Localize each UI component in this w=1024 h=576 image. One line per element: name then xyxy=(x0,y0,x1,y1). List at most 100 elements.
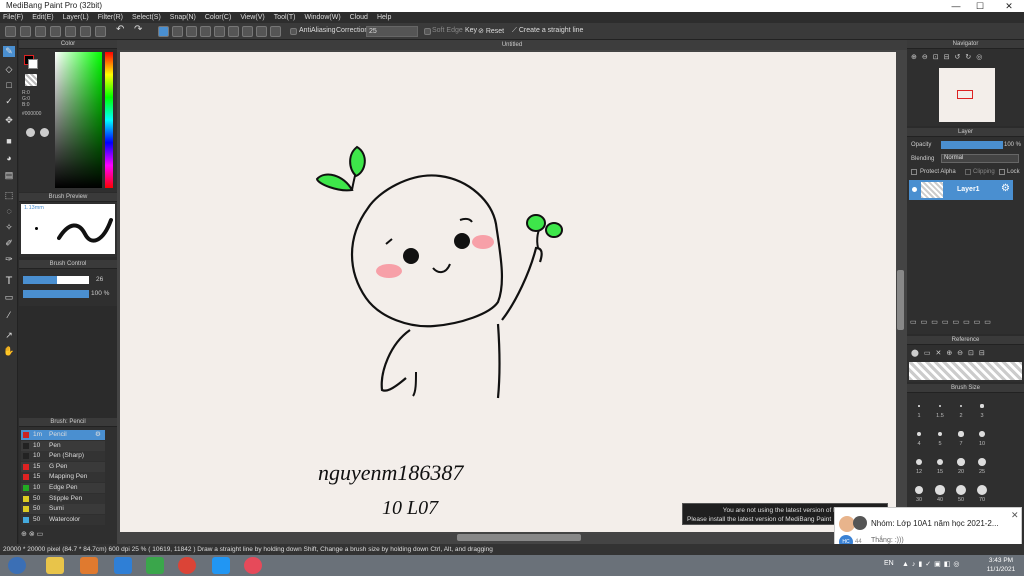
brush-size-preset[interactable] xyxy=(979,431,985,437)
dot-tool-icon[interactable]: □ xyxy=(3,80,15,91)
navigator-viewport[interactable] xyxy=(957,90,973,99)
divide-tool-icon[interactable]: ▭ xyxy=(3,292,15,303)
select-lasso-icon[interactable] xyxy=(172,26,183,37)
brush-list-item[interactable]: 50 Watercolor xyxy=(21,514,105,525)
fill-rect-tool-icon[interactable]: ■ xyxy=(3,136,15,147)
ie-icon[interactable] xyxy=(114,557,132,574)
canvas-tab[interactable]: Untitled xyxy=(117,40,907,50)
brush-size-preset[interactable] xyxy=(956,485,966,495)
layer-actions-icons[interactable]: ▭▭▭▭▭▭▭▭ xyxy=(910,318,1020,328)
layer-row[interactable]: Layer1 ⚙ xyxy=(909,180,1013,200)
reset-button[interactable]: ⊘ Reset xyxy=(478,27,504,35)
move-tool-icon[interactable]: ✥ xyxy=(3,115,15,126)
brush-tool-icon[interactable]: ✎ xyxy=(3,46,15,57)
horizontal-scrollbar[interactable] xyxy=(457,534,581,541)
straight-line-button[interactable]: ⟋ Create a straight line xyxy=(512,27,583,35)
transparent-swatch[interactable] xyxy=(25,74,37,86)
canvas[interactable]: nguyenm186387 10 L07 xyxy=(120,52,896,532)
app-icon[interactable] xyxy=(146,557,164,574)
open-icon[interactable] xyxy=(20,26,31,37)
navigator-preview[interactable] xyxy=(939,68,995,122)
antialiasing-checkbox[interactable] xyxy=(290,28,297,35)
vertical-scrollbar[interactable] xyxy=(897,270,904,330)
add-brush-icon[interactable]: ⊕ xyxy=(21,531,27,538)
hue-slider[interactable] xyxy=(105,52,113,188)
menu-item[interactable]: Color(C) xyxy=(205,14,231,21)
brush-size-preset[interactable] xyxy=(914,485,924,495)
menu-item[interactable]: Snap(N) xyxy=(170,14,196,21)
zalo-icon[interactable] xyxy=(212,557,230,574)
menu-item[interactable]: File(F) xyxy=(3,14,23,21)
hand-tool-icon[interactable]: ✋ xyxy=(3,346,15,357)
menu-item[interactable]: Select(S) xyxy=(132,14,161,21)
brush-opacity-slider[interactable] xyxy=(23,290,89,298)
menu-item[interactable]: Filter(R) xyxy=(98,14,123,21)
brush-list-item[interactable]: 10 Pen xyxy=(21,440,105,451)
color-mode-icon[interactable] xyxy=(26,128,35,137)
layer-opacity-slider[interactable] xyxy=(941,141,1003,149)
export-icon[interactable] xyxy=(65,26,76,37)
menu-item[interactable]: Window(W) xyxy=(304,14,340,21)
brush-list-item[interactable]: 50 Sumi xyxy=(21,504,105,515)
brush-settings-icon[interactable]: ⚙ xyxy=(95,430,101,440)
brush-size-preset[interactable] xyxy=(935,485,945,495)
background-color-swatch[interactable] xyxy=(28,59,38,69)
brush-size-preset[interactable] xyxy=(915,458,923,466)
snap-circle-icon[interactable] xyxy=(242,26,253,37)
media-player-icon[interactable] xyxy=(80,557,98,574)
correction-select[interactable]: 25 xyxy=(366,26,418,37)
select-rect-icon[interactable] xyxy=(158,26,169,37)
brush-list-item[interactable]: 15 Mapping Pen xyxy=(21,472,105,483)
reference-icons[interactable]: ⬤▭✕⊕⊖⊡⊟ xyxy=(911,349,1021,359)
select-pen-tool-icon[interactable]: ✐ xyxy=(3,238,15,249)
brush-size-preset[interactable] xyxy=(938,404,942,408)
select-tool-icon[interactable]: ⬚ xyxy=(3,190,15,201)
brush-size-preset[interactable] xyxy=(918,405,920,407)
eraser-tool-icon[interactable]: ◇ xyxy=(3,64,15,75)
file-explorer-icon[interactable] xyxy=(46,557,64,574)
snap-curve-icon[interactable] xyxy=(256,26,267,37)
gradient-tool-icon[interactable]: ▤ xyxy=(3,170,15,181)
menu-item[interactable]: Help xyxy=(377,14,391,21)
bucket-tool-icon[interactable]: ◕ xyxy=(3,153,15,164)
close-button[interactable]: ✕ xyxy=(994,0,1024,12)
chrome-icon[interactable] xyxy=(178,557,196,574)
minimize-button[interactable]: — xyxy=(944,0,968,12)
undo-icon[interactable]: ↶ xyxy=(116,24,124,35)
eye-icon[interactable] xyxy=(912,187,917,192)
brush-size-preset[interactable] xyxy=(976,484,988,496)
brush-list-item[interactable]: 15 G Pen xyxy=(21,461,105,472)
fit-icon[interactable] xyxy=(80,26,91,37)
new-file-icon[interactable] xyxy=(5,26,16,37)
check-tool-icon[interactable]: ✓ xyxy=(3,96,15,107)
medibang-icon[interactable] xyxy=(244,557,262,574)
menu-item[interactable]: View(V) xyxy=(240,14,264,21)
brush-list-item[interactable]: 1m Pencil ⚙ xyxy=(21,430,105,440)
snap-parallel-icon[interactable] xyxy=(214,26,225,37)
grid-icon[interactable] xyxy=(95,26,106,37)
select-fill-icon[interactable] xyxy=(186,26,197,37)
maximize-button[interactable]: ☐ xyxy=(968,0,992,12)
text-tool-icon[interactable]: T xyxy=(3,276,15,287)
select-eraser-tool-icon[interactable]: ✑ xyxy=(3,254,15,265)
menu-item[interactable]: Layer(L) xyxy=(63,14,89,21)
lasso-tool-icon[interactable]: ◌ xyxy=(3,206,15,217)
brush-list-item[interactable]: 50 Stipple Pen xyxy=(21,493,105,504)
menu-item[interactable]: Edit(E) xyxy=(32,14,53,21)
tray-icons[interactable]: ▲♪▮✓▣◧◎ xyxy=(902,560,962,568)
soft-edge-checkbox[interactable] xyxy=(424,28,431,35)
color-palette-icon[interactable] xyxy=(40,128,49,137)
lock-checkbox[interactable] xyxy=(999,169,1005,175)
saturation-value-picker[interactable] xyxy=(55,52,102,188)
cloud-save-icon[interactable] xyxy=(50,26,61,37)
brush-size-preset[interactable] xyxy=(959,404,963,408)
protect-alpha-checkbox[interactable] xyxy=(911,169,917,175)
redo-icon[interactable]: ↷ xyxy=(134,24,142,35)
snap-radial-icon[interactable] xyxy=(228,26,239,37)
clipping-checkbox[interactable] xyxy=(965,169,971,175)
brush-list-item[interactable]: 10 Edge Pen xyxy=(21,483,105,493)
brush-size-preset[interactable] xyxy=(917,432,921,436)
menu-item[interactable]: Tool(T) xyxy=(274,14,296,21)
navigator-zoom-icons[interactable]: ⊕⊖⊡⊟↺↻◎ xyxy=(911,53,1021,63)
brush-size-preset[interactable] xyxy=(937,431,943,437)
